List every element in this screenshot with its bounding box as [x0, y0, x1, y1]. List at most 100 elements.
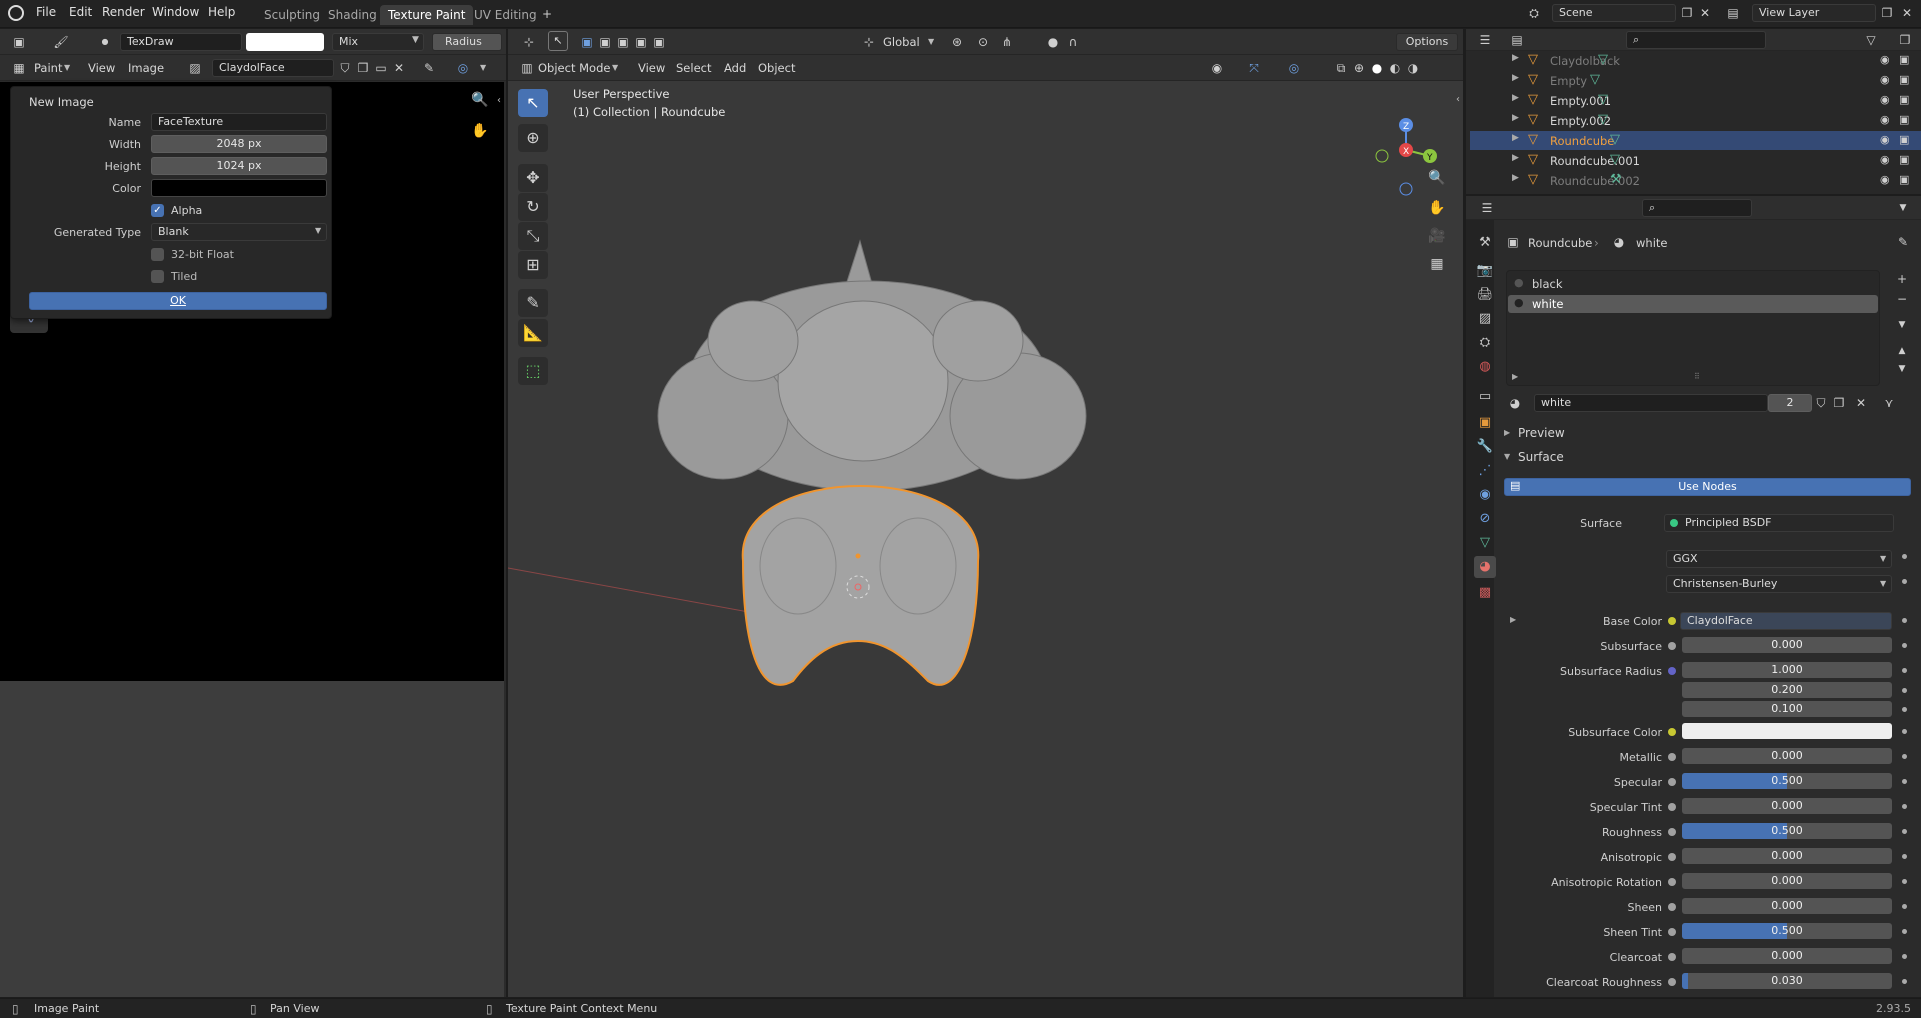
texture-tab-icon[interactable]: ▩ — [1474, 582, 1496, 604]
zoom-icon[interactable]: 🔍 — [1428, 169, 1446, 187]
select-extend-icon[interactable]: ▣ — [596, 33, 614, 51]
snap-target-icon[interactable]: ⋔ — [998, 33, 1016, 51]
subsurface-color-swatch[interactable] — [1682, 722, 1892, 739]
input-socket-icon[interactable] — [1668, 852, 1676, 861]
scene-remove-icon[interactable]: ✕ — [1696, 4, 1714, 22]
move-down-icon[interactable]: ▼ — [1893, 360, 1911, 378]
scene-tab-icon[interactable]: ⛭ — [1474, 332, 1496, 354]
data-tab-icon[interactable]: ▽ — [1474, 532, 1496, 554]
menu-file[interactable]: File — [36, 5, 56, 19]
param-slider[interactable]: 0.200 — [1682, 681, 1892, 698]
menu-view[interactable]: View — [638, 61, 665, 75]
visibility-eye-icon[interactable]: ◉ — [1880, 53, 1890, 66]
options-button[interactable]: Options — [1396, 33, 1458, 51]
collection-tab-icon[interactable]: ▭ — [1474, 386, 1496, 408]
outliner-row[interactable]: ▶ ▽ Roundcube.002 ⚒ ◉ ▣ — [1470, 171, 1921, 190]
move-up-icon[interactable]: ▲ — [1893, 342, 1911, 360]
pin-icon[interactable]: ✎ — [1894, 233, 1912, 251]
view-layer-remove-icon[interactable]: ✕ — [1898, 4, 1916, 22]
material-name-field[interactable]: white — [1534, 394, 1768, 412]
camera-icon[interactable]: 🎥 — [1428, 227, 1446, 245]
material-slot-black[interactable]: ● black — [1508, 275, 1878, 293]
base-color-link-field[interactable]: ClaydolFace — [1680, 612, 1892, 630]
solid-shading-icon[interactable]: ● — [1368, 59, 1386, 77]
visibility-eye-icon[interactable]: ◉ — [1880, 133, 1890, 146]
menu-help[interactable]: Help — [208, 5, 235, 19]
material-shading-icon[interactable]: ◐ — [1386, 59, 1404, 77]
name-field[interactable]: FaceTexture — [151, 113, 327, 131]
param-slider[interactable]: 0.100 — [1682, 701, 1892, 717]
keyframe-dot-icon[interactable] — [1902, 668, 1907, 673]
surface-shader-field[interactable]: Principled BSDF — [1664, 514, 1894, 532]
param-slider[interactable]: 0.000 — [1682, 947, 1892, 964]
select-box-mode-icon[interactable]: ▣ — [578, 33, 596, 51]
unlink-image-icon[interactable]: ✕ — [390, 59, 408, 77]
fake-user-icon[interactable]: ⛉ — [1812, 394, 1830, 412]
expand-icon[interactable]: ▶ — [1512, 73, 1519, 83]
overlay-icon[interactable]: ◎ — [454, 59, 472, 77]
zoom-icon[interactable]: 🔍 — [471, 91, 489, 109]
expand-icon[interactable]: ▶ — [1512, 133, 1519, 143]
slot-specials-icon[interactable]: ▼ — [1893, 316, 1911, 334]
visibility-eye-icon[interactable]: ◉ — [1880, 73, 1890, 86]
select-invert-icon[interactable]: ▣ — [632, 33, 650, 51]
editor-type-icon[interactable]: ⊹ — [520, 33, 538, 51]
keyframe-dot-icon[interactable] — [1902, 953, 1907, 959]
input-socket-icon[interactable] — [1668, 667, 1676, 675]
menu-image[interactable]: Image — [128, 61, 164, 75]
outliner-row[interactable]: ▶ ▽ Roundcube ▽ ◉ ▣ — [1470, 131, 1921, 150]
input-socket-icon[interactable] — [1668, 642, 1676, 650]
wireframe-shading-icon[interactable]: ⊕ — [1350, 59, 1368, 77]
overlays-icon[interactable]: ◎ — [1285, 59, 1303, 77]
generated-type-select[interactable]: Blank — [151, 223, 327, 241]
tool-tab-icon[interactable]: ⚒ — [1474, 232, 1496, 254]
tab-uv-editing[interactable]: UV Editing — [466, 5, 545, 25]
fake-user-icon[interactable]: ⛉ — [336, 59, 354, 77]
render-camera-icon[interactable]: ▣ — [1899, 113, 1909, 126]
filter-icon[interactable]: ▽ — [1862, 31, 1880, 49]
outliner-type-icon[interactable]: ☰ — [1476, 31, 1494, 49]
keyframe-dot-icon[interactable] — [1902, 903, 1907, 909]
preview-expand-icon[interactable]: ▶ — [1504, 428, 1510, 437]
param-slider[interactable]: 0.000 — [1682, 637, 1892, 653]
radius-field[interactable]: Radius — [432, 33, 502, 51]
input-socket-icon[interactable] — [1668, 927, 1676, 936]
output-tab-icon[interactable]: 🖨 — [1474, 284, 1496, 306]
tab-sculpting[interactable]: Sculpting — [256, 5, 328, 25]
expand-icon[interactable]: ▶ — [1512, 153, 1519, 163]
pivot-icon[interactable]: ⊛ — [948, 33, 966, 51]
expand-icon[interactable]: ▶ — [1512, 173, 1519, 183]
scene-new-icon[interactable]: ❐ — [1678, 4, 1696, 22]
expand-icon[interactable]: ▶ — [1512, 53, 1519, 63]
render-camera-icon[interactable]: ▣ — [1899, 133, 1909, 146]
brush-icon[interactable]: 🖌 — [52, 33, 70, 51]
outliner-row[interactable]: ▶ ▽ Empty.002 ▽ ◉ ▣ — [1470, 111, 1921, 130]
grid-view-icon[interactable]: ▦ — [1428, 255, 1446, 273]
input-socket-icon[interactable] — [1668, 752, 1676, 761]
keyframe-dot-icon[interactable] — [1902, 828, 1907, 834]
material-slot-white[interactable]: ● white — [1508, 295, 1878, 313]
chevron-down-icon[interactable]: ▼ — [1894, 199, 1912, 217]
select-cursor-icon[interactable]: ↖ — [548, 31, 568, 51]
render-camera-icon[interactable]: ▣ — [1899, 153, 1909, 166]
gizmo-icon[interactable]: ⤧ — [1245, 59, 1263, 77]
keyframe-dot-icon[interactable] — [1902, 579, 1907, 584]
new-collection-icon[interactable]: ❐ — [1896, 31, 1914, 49]
menu-select[interactable]: Select — [676, 61, 711, 75]
input-socket-icon[interactable] — [1668, 877, 1676, 886]
snap-icon[interactable]: ⊙ — [974, 33, 992, 51]
param-slider[interactable]: 0.000 — [1682, 797, 1892, 814]
tab-shading[interactable]: Shading — [320, 5, 385, 25]
resize-grip-icon[interactable]: ⠿ — [1694, 372, 1700, 381]
outliner-row[interactable]: ▶ ▽ Empty.001 ▽ ◉ ▣ — [1470, 91, 1921, 110]
menu-add[interactable]: Add — [724, 61, 746, 75]
param-slider[interactable]: 0.500 — [1682, 822, 1892, 839]
brush-color-swatch[interactable] — [246, 33, 324, 51]
claydol-model[interactable] — [508, 81, 1463, 997]
render-camera-icon[interactable]: ▣ — [1899, 53, 1909, 66]
image-browse-icon[interactable]: ▨ — [186, 59, 204, 77]
color-swatch[interactable] — [151, 179, 327, 197]
editor-type-icon[interactable]: ▣ — [10, 33, 28, 51]
pin-icon[interactable]: ✎ — [420, 59, 438, 77]
input-socket-icon[interactable] — [1668, 617, 1676, 625]
